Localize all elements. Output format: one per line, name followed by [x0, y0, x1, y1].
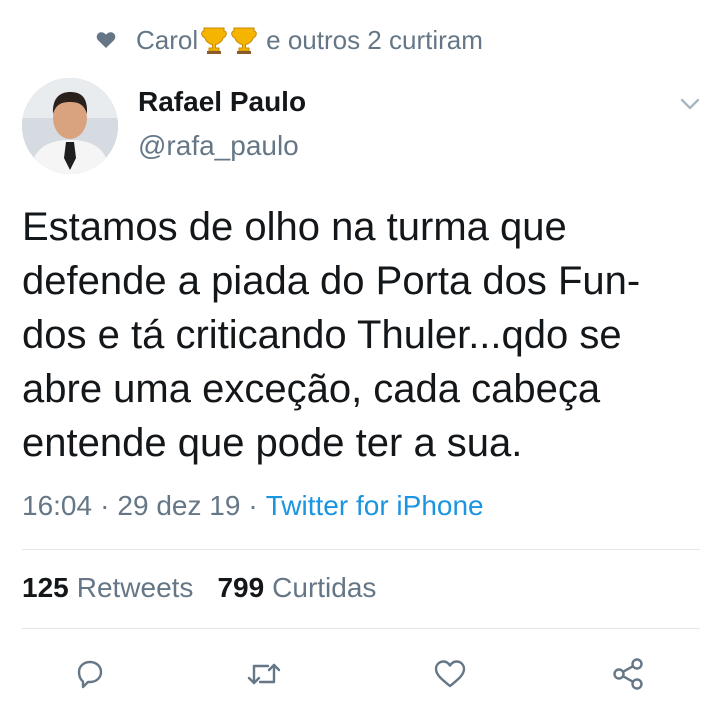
trophy-emoji [231, 27, 257, 54]
author-handle[interactable]: @rafa_paulo [138, 130, 299, 162]
social-context[interactable]: Carol e outros 2 curtiram [96, 22, 483, 58]
social-context-text: e outros 2 curtiram [266, 24, 483, 55]
trophy-emoji [201, 27, 227, 54]
retweets-label: Retweets [76, 572, 194, 603]
like-button[interactable] [430, 654, 470, 694]
divider [22, 549, 700, 550]
likes-label: Curtidas [272, 572, 377, 603]
likes-count: 799 [217, 572, 265, 603]
retweets-count: 125 [22, 572, 69, 603]
share-icon [613, 658, 643, 690]
avatar[interactable] [22, 78, 118, 174]
meta-separator: · [248, 490, 258, 521]
tweet-date: 29 dez 19 [117, 490, 241, 521]
liker-name: Carol [136, 24, 199, 55]
author-name[interactable]: Rafael Paulo [138, 86, 306, 118]
tweet-source-link[interactable]: Twitter for iPhone [266, 490, 484, 522]
reply-icon [77, 660, 103, 689]
chevron-down-icon[interactable] [678, 92, 702, 116]
retweet-button[interactable] [244, 654, 284, 694]
reply-button[interactable] [70, 654, 110, 694]
retweet-icon [247, 663, 281, 685]
tweet-stats: 125 Retweets 799 Curtidas [22, 572, 376, 604]
meta-separator: · [100, 490, 110, 521]
action-bar [0, 644, 720, 700]
divider [22, 628, 700, 629]
tweet-time: 16:04 [22, 490, 93, 521]
like-icon [434, 660, 466, 688]
avatar-photo [22, 78, 118, 174]
tweet-meta: 16:04 · 29 dez 19 · Twitter for iPhone [22, 490, 484, 522]
heart-icon [96, 32, 116, 48]
likes-stat[interactable]: 799 Curtidas [217, 572, 376, 604]
tweet-text: Estamos de olho na turma que defende a p… [22, 205, 641, 465]
share-button[interactable] [608, 654, 648, 694]
retweets-stat[interactable]: 125 Retweets [22, 572, 193, 604]
